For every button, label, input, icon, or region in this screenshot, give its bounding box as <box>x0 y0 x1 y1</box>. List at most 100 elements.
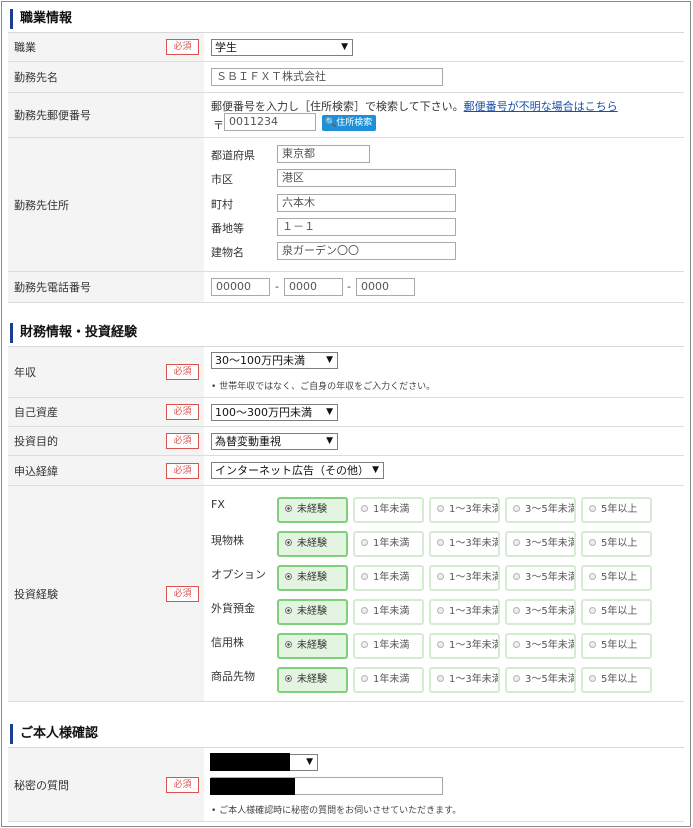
experience-option[interactable]: 1年未満 <box>353 497 424 523</box>
purpose-select[interactable]: 為替変動重視 ▼ <box>211 433 338 450</box>
assets-label: 自己資産 <box>14 406 58 419</box>
building-input[interactable]: 泉ガーデン〇〇 <box>277 242 456 260</box>
experience-option[interactable]: 3～5年未満 <box>505 497 576 523</box>
experience-item-label: 現物株 <box>211 534 244 547</box>
experience-option[interactable]: 1～3年未満 <box>429 633 500 659</box>
experience-option[interactable]: 3～5年未満 <box>505 633 576 659</box>
secret-note: • ご本人様確認時に秘密の質問をお伺いさせていただきます。 <box>211 806 462 816</box>
section-title-employment: 職業情報 <box>10 9 72 29</box>
experience-option[interactable]: 1～3年未満 <box>429 667 500 693</box>
experience-option[interactable]: 未経験 <box>277 599 348 625</box>
required-badge: 必須 <box>166 433 199 449</box>
experience-option[interactable]: 1年未満 <box>353 633 424 659</box>
source-value: インターネット広告（その他） <box>215 464 369 477</box>
phone-input-3[interactable]: 0000 <box>356 278 415 296</box>
street-input[interactable]: １－１ <box>277 218 456 236</box>
row-purpose: 投資目的 必須 為替変動重視 ▼ <box>8 427 684 456</box>
experience-option[interactable]: 未経験 <box>277 497 348 523</box>
city-input[interactable]: 港区 <box>277 169 456 187</box>
radio-icon <box>513 675 520 682</box>
experience-option[interactable]: 1～3年未満 <box>429 531 500 557</box>
experience-option-label: 未経験 <box>297 538 327 549</box>
radio-icon <box>513 573 520 580</box>
income-note-text: 世帯年収ではなく、ご自身の年収をご入力ください。 <box>219 382 436 392</box>
experience-option[interactable]: 5年以上 <box>581 599 652 625</box>
experience-option[interactable]: 1年未満 <box>353 565 424 591</box>
experience-option-label: 3～5年未満 <box>525 606 576 617</box>
postal-unknown-link[interactable]: 郵便番号が不明な場合はこちら <box>464 100 618 113</box>
address-label: 勤務先住所 <box>14 198 69 212</box>
triangle-down-icon: ▼ <box>306 757 313 767</box>
postal-label: 勤務先郵便番号 <box>14 109 91 122</box>
postal-input[interactable]: 0011234 <box>224 113 316 131</box>
row-phone: 勤務先電話番号 00000 - 0000 - 0000 <box>8 272 684 303</box>
experience-option-label: 未経験 <box>297 572 327 583</box>
radio-icon <box>361 675 368 682</box>
radio-icon <box>513 505 520 512</box>
experience-option[interactable]: 1年未満 <box>353 531 424 557</box>
experience-option[interactable]: 5年以上 <box>581 497 652 523</box>
experience-option[interactable]: 5年以上 <box>581 633 652 659</box>
required-badge: 必須 <box>166 39 199 55</box>
building-label: 建物名 <box>211 246 244 259</box>
experience-option[interactable]: 1～3年未満 <box>429 599 500 625</box>
postal-instruction-text: 郵便番号を入力し［住所検索］で検索して下さい。 <box>211 100 464 113</box>
experience-option[interactable]: 1年未満 <box>353 667 424 693</box>
experience-option-label: 未経験 <box>297 640 327 651</box>
experience-option[interactable]: 未経験 <box>277 633 348 659</box>
radio-icon <box>285 573 292 580</box>
experience-option[interactable]: 1～3年未満 <box>429 497 500 523</box>
radio-icon <box>437 607 444 614</box>
address-search-button[interactable]: 🔍住所検索 <box>322 115 377 131</box>
experience-option-label: 1～3年未満 <box>449 572 500 583</box>
town-input[interactable]: 六本木 <box>277 194 456 212</box>
radio-icon <box>437 675 444 682</box>
income-select[interactable]: 30～100万円未満 ▼ <box>211 352 338 369</box>
experience-option[interactable]: 5年以上 <box>581 565 652 591</box>
experience-option-label: 3～5年未満 <box>525 640 576 651</box>
triangle-down-icon: ▼ <box>326 407 333 417</box>
experience-option[interactable]: 1年未満 <box>353 599 424 625</box>
experience-option-label: 1～3年未満 <box>449 504 500 515</box>
experience-option-label: 3～5年未満 <box>525 674 576 685</box>
experience-option-label: 1年未満 <box>373 538 410 549</box>
experience-option-label: 1～3年未満 <box>449 674 500 685</box>
experience-option[interactable]: 3～5年未満 <box>505 531 576 557</box>
experience-option[interactable]: 未経験 <box>277 565 348 591</box>
experience-option[interactable]: 5年以上 <box>581 531 652 557</box>
experience-option-label: 1～3年未満 <box>449 538 500 549</box>
radio-icon <box>589 641 596 648</box>
occupation-value: 学生 <box>215 41 237 54</box>
phone-input-2[interactable]: 0000 <box>284 278 343 296</box>
experience-option[interactable]: 未経験 <box>277 667 348 693</box>
company-input[interactable]: ＳＢＩＦＸＴ株式会社 <box>211 68 443 86</box>
assets-select[interactable]: 100～300万円未満 ▼ <box>211 404 338 421</box>
radio-icon <box>513 607 520 614</box>
experience-option[interactable]: 1～3年未満 <box>429 565 500 591</box>
phone-input-1[interactable]: 00000 <box>211 278 270 296</box>
experience-option-label: 1年未満 <box>373 640 410 651</box>
radio-icon <box>361 573 368 580</box>
experience-option-label: 5年以上 <box>601 674 638 685</box>
experience-option-label: 1年未満 <box>373 674 410 685</box>
address-search-label: 住所検索 <box>336 118 373 128</box>
secret-question-label: 秘密の質問 <box>14 778 69 792</box>
experience-option[interactable]: 3～5年未満 <box>505 565 576 591</box>
experience-option[interactable]: 3～5年未満 <box>505 599 576 625</box>
experience-option[interactable]: 5年以上 <box>581 667 652 693</box>
application-form: 職業情報 職業 必須 学生 ▼ 勤務先名 ＳＢＩＦＸＴ株式会社 勤務先郵便番号 … <box>1 1 691 827</box>
experience-option-label: 1～3年未満 <box>449 640 500 651</box>
prefecture-input[interactable]: 東京都 <box>277 145 370 163</box>
radio-icon <box>589 675 596 682</box>
row-postal: 勤務先郵便番号 郵便番号を入力し［住所検索］で検索して下さい。郵便番号が不明な場… <box>8 93 684 138</box>
experience-option-label: 1年未満 <box>373 504 410 515</box>
source-select[interactable]: インターネット広告（その他） ▼ <box>211 462 384 479</box>
radio-icon <box>589 573 596 580</box>
experience-option[interactable]: 未経験 <box>277 531 348 557</box>
occupation-select[interactable]: 学生 ▼ <box>211 39 353 56</box>
triangle-down-icon: ▼ <box>341 42 348 52</box>
experience-option[interactable]: 3～5年未満 <box>505 667 576 693</box>
row-experience: 投資経験 必須 FX 未経験 1年未満 1～3年未満 3～5年未満 5年以上 現物株 未経験 1… <box>8 486 684 702</box>
income-label: 年収 <box>14 366 36 379</box>
experience-option-label: 5年以上 <box>601 504 638 515</box>
